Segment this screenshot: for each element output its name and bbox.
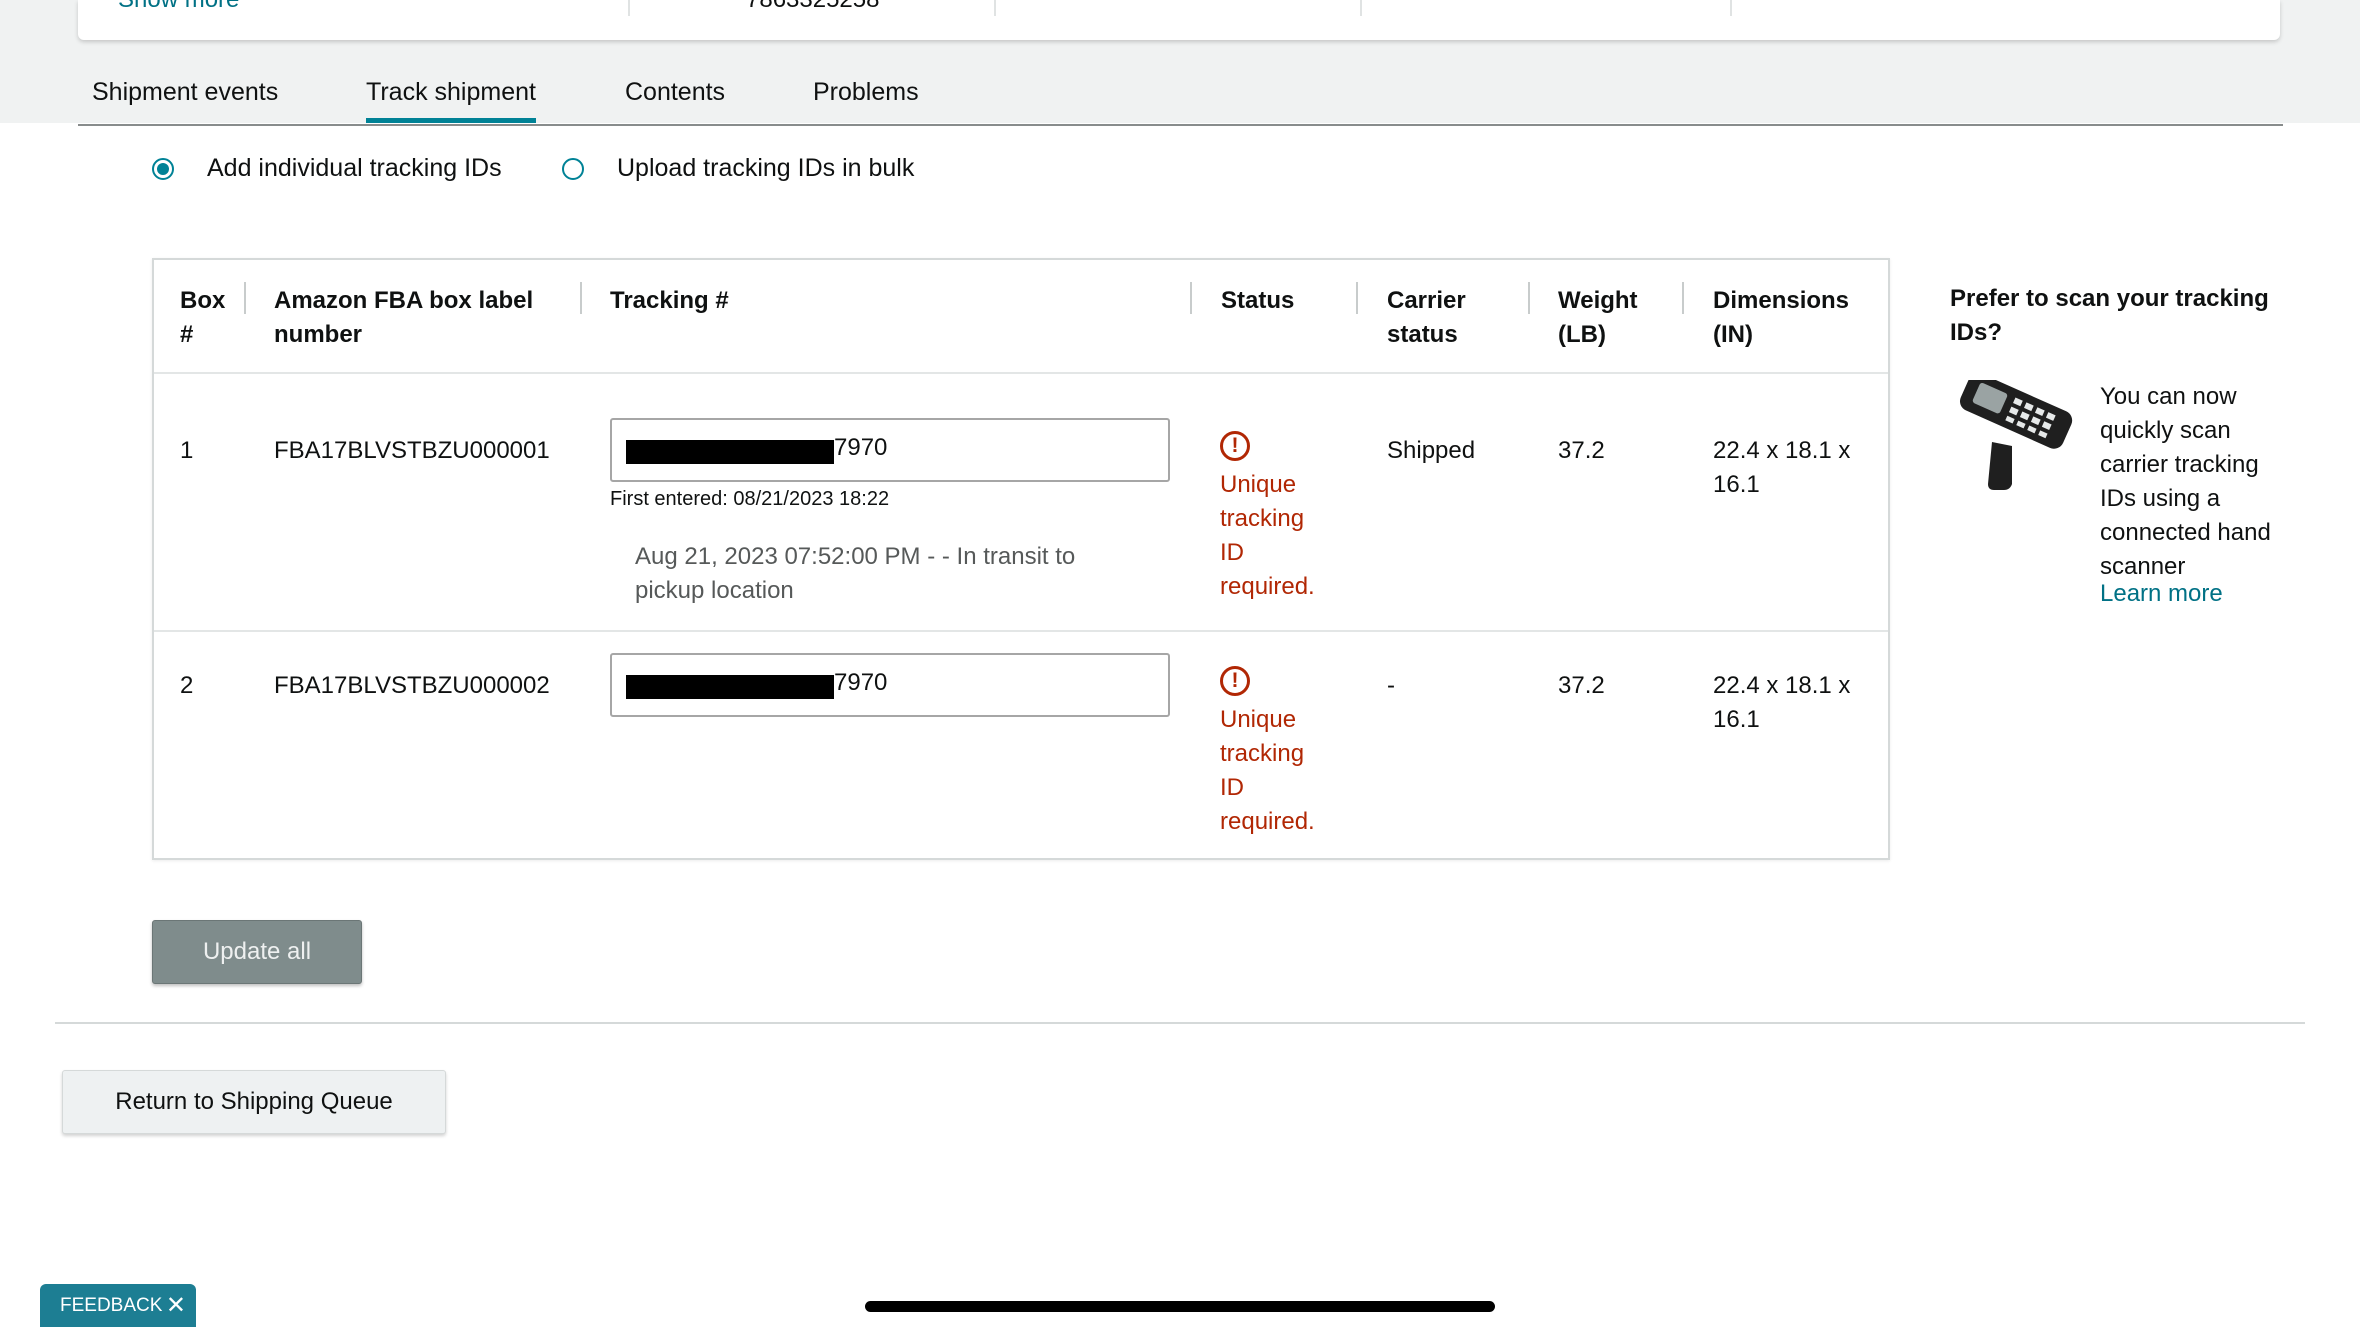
column-divider — [628, 0, 630, 16]
header-tracking: Tracking # — [610, 287, 729, 314]
first-entered-timestamp: First entered: 08/21/2023 18:22 — [610, 488, 890, 510]
box-label-number: FBA17BLVSTBZU000001 — [274, 437, 550, 464]
redacted-block — [626, 675, 834, 699]
close-icon[interactable]: ✕ — [166, 1284, 186, 1327]
column-divider — [580, 282, 582, 314]
carrier-status: Shipped — [1387, 437, 1476, 464]
weight: 37.2 — [1558, 437, 1605, 464]
header-box: Box # — [180, 287, 226, 348]
box-number: 1 — [180, 437, 194, 464]
tracking-table: Box # Amazon FBA box label number Tracking… — [152, 258, 1890, 860]
row-divider — [154, 630, 1888, 632]
header-carrier-status: Carrier status — [1387, 287, 1466, 348]
column-divider — [1190, 282, 1192, 314]
radio-bulk-upload[interactable]: Upload tracking IDs in bulk — [562, 154, 914, 183]
feedback-tab[interactable]: FEEDBACK ✕ — [40, 1284, 196, 1327]
carrier-status: - — [1387, 672, 1395, 699]
radio-label: Upload tracking IDs in bulk — [617, 154, 915, 182]
shipment-tabs: Shipment events Track shipment Contents … — [78, 72, 2283, 126]
scan-prompt-text: You can now quickly scan carrier trackin… — [2100, 383, 2271, 580]
learn-more-link[interactable]: Learn more — [2100, 580, 2223, 608]
header-box-label: Amazon FBA box label number — [274, 287, 534, 348]
redacted-block — [626, 440, 834, 464]
status-error-text: Unique tracking ID required. — [1220, 706, 1315, 835]
column-divider — [1360, 0, 1362, 16]
header-dimensions: Dimensions (IN) — [1713, 287, 1850, 348]
column-divider — [1730, 0, 1732, 16]
dimensions: 22.4 x 18.1 x 16.1 — [1713, 672, 1851, 733]
radio-button-checked[interactable] — [152, 157, 174, 180]
update-all-button[interactable]: Update all — [152, 920, 362, 984]
tab-shipment-events[interactable]: Shipment events — [92, 72, 278, 118]
summary-value: 7863325258 — [746, 0, 879, 14]
return-to-shipping-queue-button[interactable]: Return to Shipping Queue — [62, 1070, 446, 1134]
box-number: 2 — [180, 672, 194, 699]
home-indicator-bar — [865, 1301, 1495, 1312]
dimensions: 22.4 x 18.1 x 16.1 — [1713, 437, 1851, 498]
column-divider — [244, 282, 246, 314]
column-divider — [1356, 282, 1358, 314]
tab-contents[interactable]: Contents — [625, 72, 725, 118]
tracking-input[interactable]: 7970 — [610, 418, 1170, 482]
tab-problems[interactable]: Problems — [813, 72, 919, 118]
shipment-summary-card: Show more 7863325258 — [78, 0, 2280, 40]
scan-prompt-title: Prefer to scan your tracking IDs? — [1950, 285, 2269, 346]
section-divider — [55, 1022, 2305, 1024]
alert-icon: ! — [1220, 666, 1250, 696]
tracking-input[interactable]: 7970 — [610, 653, 1170, 717]
tracking-suffix: 7970 — [834, 434, 888, 461]
box-label-number: FBA17BLVSTBZU000002 — [274, 672, 550, 699]
column-divider — [1682, 282, 1684, 314]
header-status: Status — [1221, 287, 1295, 314]
show-more-link[interactable]: Show more — [118, 0, 239, 14]
carrier-event: Aug 21, 2023 07:52:00 PM - - In transit … — [635, 543, 1076, 604]
header-weight: Weight (LB) — [1558, 287, 1638, 348]
column-divider — [1528, 282, 1530, 314]
radio-label: Add individual tracking IDs — [207, 154, 502, 182]
feedback-label: FEEDBACK — [60, 1295, 163, 1316]
weight: 37.2 — [1558, 672, 1605, 699]
barcode-scanner-icon — [1959, 380, 2073, 490]
status-error-text: Unique tracking ID required. — [1220, 471, 1315, 600]
tab-track-shipment[interactable]: Track shipment — [366, 72, 536, 123]
radio-individual-tracking[interactable]: Add individual tracking IDs — [152, 154, 502, 183]
row-divider — [154, 372, 1888, 374]
tracking-suffix: 7970 — [834, 669, 888, 696]
column-divider — [994, 0, 996, 16]
radio-button[interactable] — [562, 157, 584, 180]
alert-icon: ! — [1220, 431, 1250, 461]
